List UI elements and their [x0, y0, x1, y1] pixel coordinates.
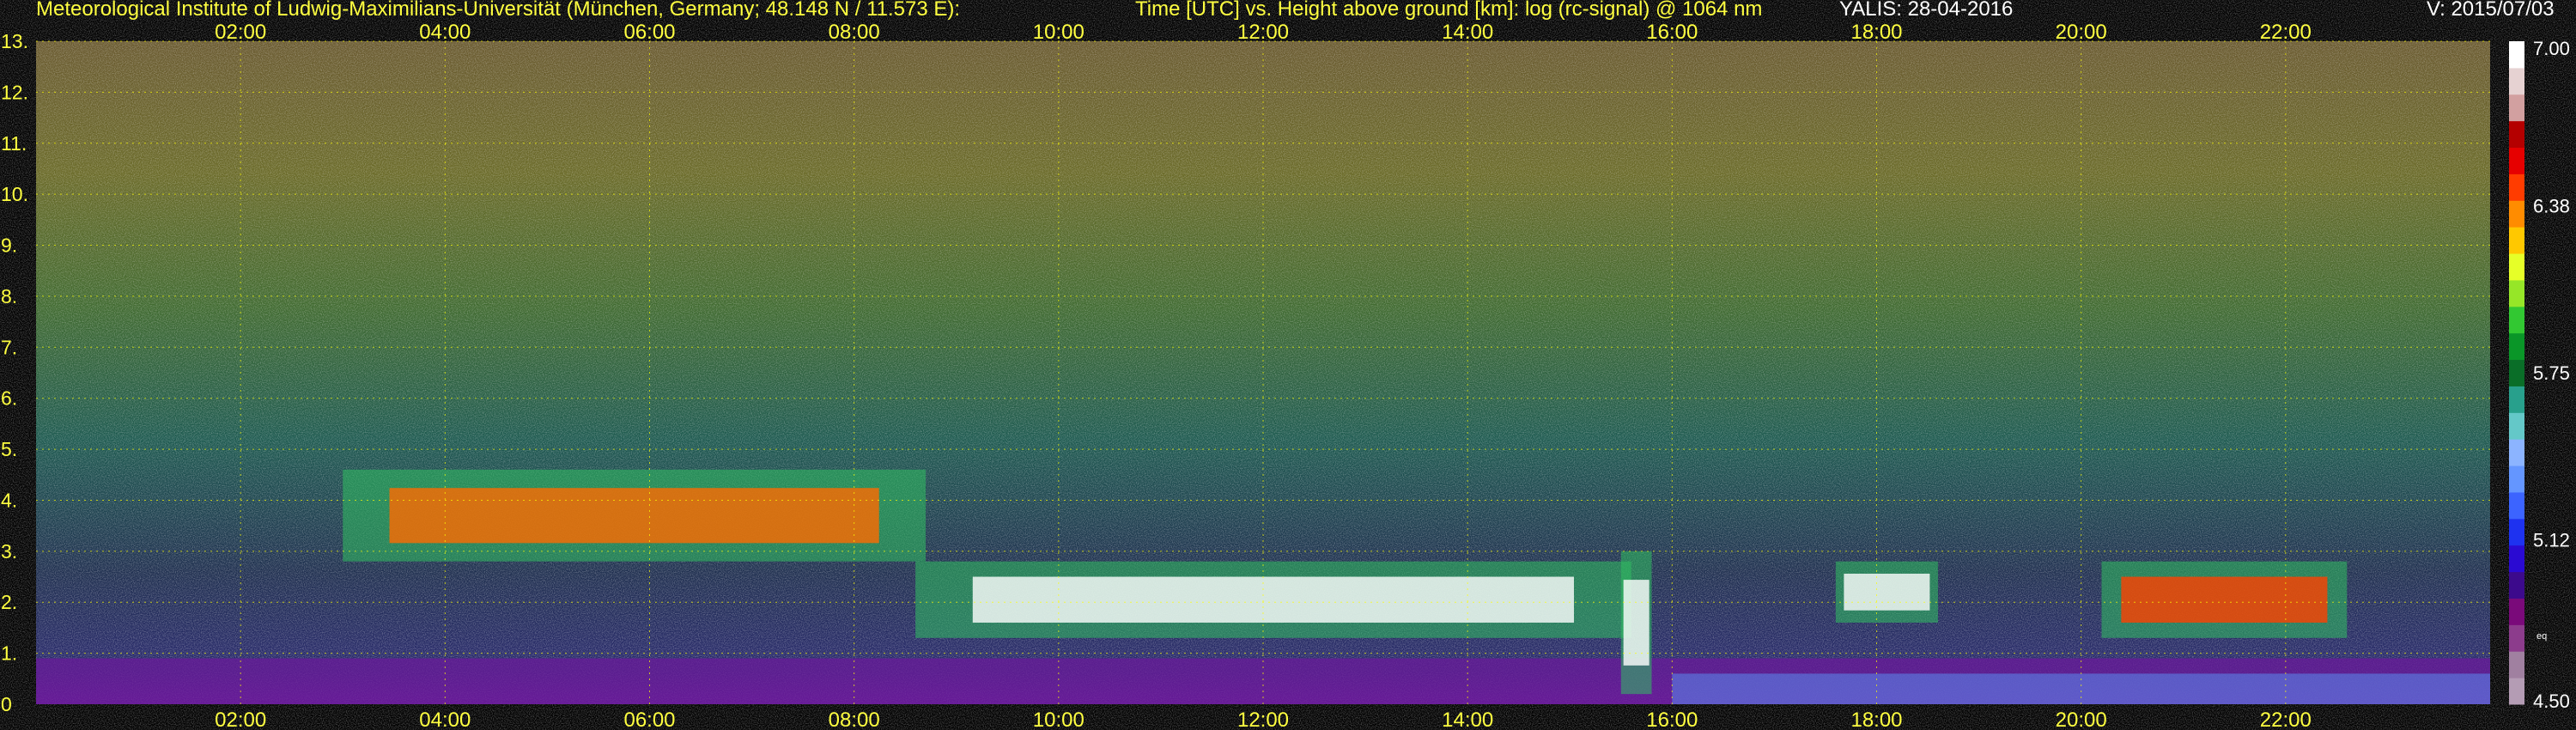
- colorbar-segment: [2509, 386, 2524, 413]
- colorbar-segment: [2509, 491, 2524, 520]
- x-tick-label-top: 14:00: [1442, 21, 1493, 44]
- x-tick-label-bottom: 02:00: [215, 709, 266, 730]
- colorbar-segment: [2509, 439, 2524, 466]
- x-tick-label-top: 08:00: [829, 21, 880, 44]
- colorbar-segment: [2509, 678, 2524, 705]
- station-date: YALIS: 28-04-2016: [1839, 0, 2014, 21]
- colorbar-label: 7.00: [2533, 38, 2570, 59]
- colorbar-label: 6.38: [2533, 195, 2570, 216]
- colorbar-segment: [2509, 332, 2524, 361]
- colorbar-segment: [2509, 359, 2524, 386]
- colorbar-segment: [2509, 544, 2524, 573]
- y-tick-label: 6.: [1, 387, 17, 410]
- y-tick-label: 2.: [1, 591, 17, 613]
- x-tick-label-top: 04:00: [419, 21, 471, 44]
- colorbar-segment: [2509, 624, 2524, 652]
- colorbar-segment: [2509, 41, 2524, 69]
- y-tick-label: 4.: [1, 489, 17, 511]
- colorbar-segment: [2509, 571, 2524, 599]
- colorbar-segment: [2509, 253, 2524, 281]
- colorbar-segment: [2509, 120, 2524, 149]
- y-tick-label: 9.: [1, 234, 17, 257]
- x-tick-label-top: 10:00: [1033, 21, 1084, 44]
- colorbar-segment: [2509, 279, 2524, 307]
- colorbar-segment: [2509, 651, 2524, 678]
- x-tick-label-top: 22:00: [2260, 21, 2312, 44]
- x-tick-label-top: 06:00: [623, 21, 675, 44]
- colorbar-segment: [2509, 173, 2524, 201]
- y-tick-label: 12.: [1, 81, 28, 103]
- x-tick-label-top: 02:00: [215, 21, 266, 44]
- colorbar-segment: [2509, 465, 2524, 493]
- x-tick-label-bottom: 08:00: [829, 709, 880, 730]
- colorbar-segment: [2509, 598, 2524, 625]
- y-tick-label: 0: [1, 693, 12, 715]
- y-tick-label: 11.: [1, 132, 27, 155]
- colorbar-note: eq: [2537, 631, 2547, 642]
- y-tick-label: 1.: [1, 642, 17, 665]
- y-tick-label: 3.: [1, 540, 17, 563]
- y-tick-label: 10.: [1, 183, 28, 205]
- x-tick-label-top: 18:00: [1850, 21, 1902, 44]
- x-tick-label-bottom: 06:00: [623, 709, 675, 730]
- feature-core: [1623, 580, 1649, 666]
- colorbar-segment: [2509, 67, 2524, 95]
- y-tick-label: 8.: [1, 285, 17, 307]
- institute-title: Meteorological Institute of Ludwig-Maxim…: [36, 0, 961, 21]
- x-tick-label-bottom: 18:00: [1850, 709, 1902, 730]
- y-tick-label: 7.: [1, 336, 17, 358]
- feature-core: [389, 488, 879, 544]
- x-tick-label-bottom: 10:00: [1033, 709, 1084, 730]
- colorbar-segment: [2509, 227, 2524, 254]
- y-tick-label: 5.: [1, 438, 17, 460]
- version-label: V: 2015/07/03: [2427, 0, 2555, 21]
- x-tick-label-bottom: 04:00: [419, 709, 471, 730]
- colorbar-segment: [2509, 94, 2524, 122]
- y-tick-label: 13.: [1, 30, 28, 52]
- x-tick-label-bottom: 14:00: [1442, 709, 1493, 730]
- colorbar-label: 4.50: [2533, 690, 2570, 712]
- x-tick-label-top: 16:00: [1646, 21, 1698, 44]
- colorbar-segment: [2509, 306, 2524, 334]
- x-tick-label-top: 20:00: [2056, 21, 2107, 44]
- colorbar-segment: [2509, 518, 2524, 546]
- lidar-chart: 0 1. 2. 3. 4. 5. 6. 7. 8. 9. 10. 11. 12. 13. 02:00 02:0…: [1, 21, 2570, 730]
- colorbar-label: 5.75: [2533, 362, 2570, 384]
- x-tick-label-bottom: 12:00: [1237, 709, 1289, 730]
- axes-title: Time [UTC] vs. Height above ground [km]:…: [1135, 0, 1763, 21]
- feature-core: [1844, 573, 1930, 611]
- x-tick-label-top: 12:00: [1237, 21, 1289, 44]
- x-tick-label-bottom: 22:00: [2260, 709, 2312, 730]
- colorbar-segment: [2509, 147, 2524, 174]
- colorbar-segment: [2509, 412, 2524, 440]
- feature-core: [2121, 576, 2328, 623]
- near-ground-layer-evening: [1672, 673, 2490, 704]
- feature-core: [972, 576, 1575, 623]
- colorbar-label: 5.12: [2533, 530, 2570, 551]
- colorbar-segment: [2509, 200, 2524, 228]
- x-tick-label-bottom: 20:00: [2056, 709, 2107, 730]
- x-tick-label-bottom: 16:00: [1646, 709, 1698, 730]
